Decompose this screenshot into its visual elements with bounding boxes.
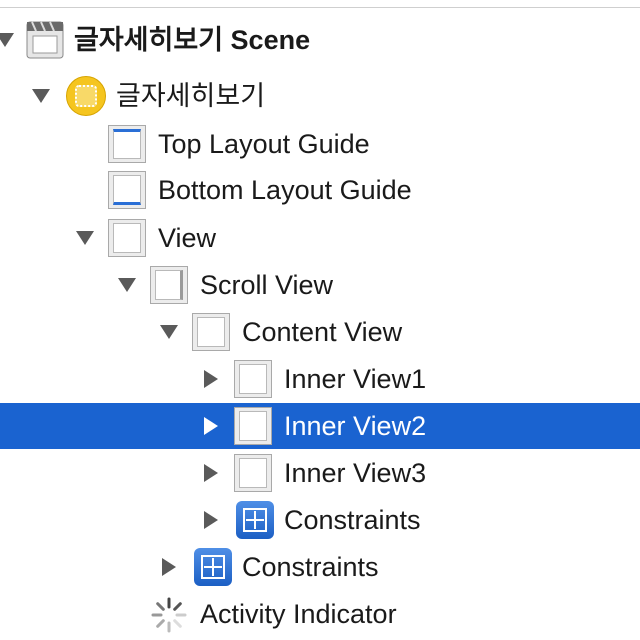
tree-row-view-controller[interactable]: 글자세히보기 [0, 73, 640, 119]
disclosure-collapsed-icon[interactable] [200, 368, 222, 390]
bottom-layout-guide-label: Bottom Layout Guide [158, 175, 412, 205]
view-controller-label: 글자세히보기 [116, 81, 266, 111]
view-label: View [158, 223, 217, 253]
disclosure-collapsed-icon[interactable] [200, 509, 222, 531]
inner-view3-label: Inner View3 [284, 458, 427, 488]
view-icon [234, 454, 272, 492]
activity-indicator-icon [150, 596, 188, 634]
layout-guide-icon [108, 171, 146, 209]
constraints-icon [194, 548, 232, 586]
tree-row-scene[interactable]: 글자세히보기 Scene [0, 17, 640, 63]
inner-constraints-label: Constraints [284, 505, 421, 535]
tree-row-content-view[interactable]: Content View [0, 309, 640, 355]
top-divider [0, 7, 640, 8]
view-icon [234, 407, 272, 445]
top-layout-guide-label: Top Layout Guide [158, 129, 370, 159]
tree-row-inner-view1[interactable]: Inner View1 [0, 356, 640, 402]
disclosure-expanded-icon[interactable] [30, 85, 52, 107]
tree-row-bottom-layout-guide[interactable]: Bottom Layout Guide [0, 167, 640, 213]
inner-view1-label: Inner View1 [284, 364, 427, 394]
tree-row-inner-view2[interactable]: Inner View2 [0, 403, 640, 449]
disclosure-expanded-icon[interactable] [74, 227, 96, 249]
tree-row-scroll-view[interactable]: Scroll View [0, 262, 640, 308]
tree-row-inner-view3[interactable]: Inner View3 [0, 450, 640, 496]
disclosure-expanded-icon[interactable] [0, 29, 16, 51]
disclosure-collapsed-icon[interactable] [200, 415, 222, 437]
tree-row-top-layout-guide[interactable]: Top Layout Guide [0, 121, 640, 167]
tree-row-inner-constraints[interactable]: Constraints [0, 497, 640, 543]
scene-label: 글자세히보기 Scene [74, 25, 311, 55]
disclosure-collapsed-icon[interactable] [158, 556, 180, 578]
tree-row-content-constraints[interactable]: Constraints [0, 544, 640, 590]
content-view-label: Content View [242, 317, 403, 347]
disclosure-collapsed-icon[interactable] [200, 462, 222, 484]
scene-clapper-icon [26, 21, 64, 59]
tree-row-activity-indicator[interactable]: Activity Indicator [0, 591, 640, 637]
view-icon [108, 219, 146, 257]
view-icon [192, 313, 230, 351]
scroll-view-icon [150, 266, 188, 304]
activity-indicator-label: Activity Indicator [200, 599, 397, 629]
disclosure-expanded-icon[interactable] [158, 321, 180, 343]
view-icon [234, 360, 272, 398]
view-controller-icon [66, 76, 106, 116]
disclosure-expanded-icon[interactable] [116, 274, 138, 296]
constraints-icon [236, 501, 274, 539]
content-constraints-label: Constraints [242, 552, 379, 582]
layout-guide-icon [108, 125, 146, 163]
inner-view2-label: Inner View2 [284, 411, 427, 441]
scroll-view-label: Scroll View [200, 270, 334, 300]
tree-row-view[interactable]: View [0, 215, 640, 261]
